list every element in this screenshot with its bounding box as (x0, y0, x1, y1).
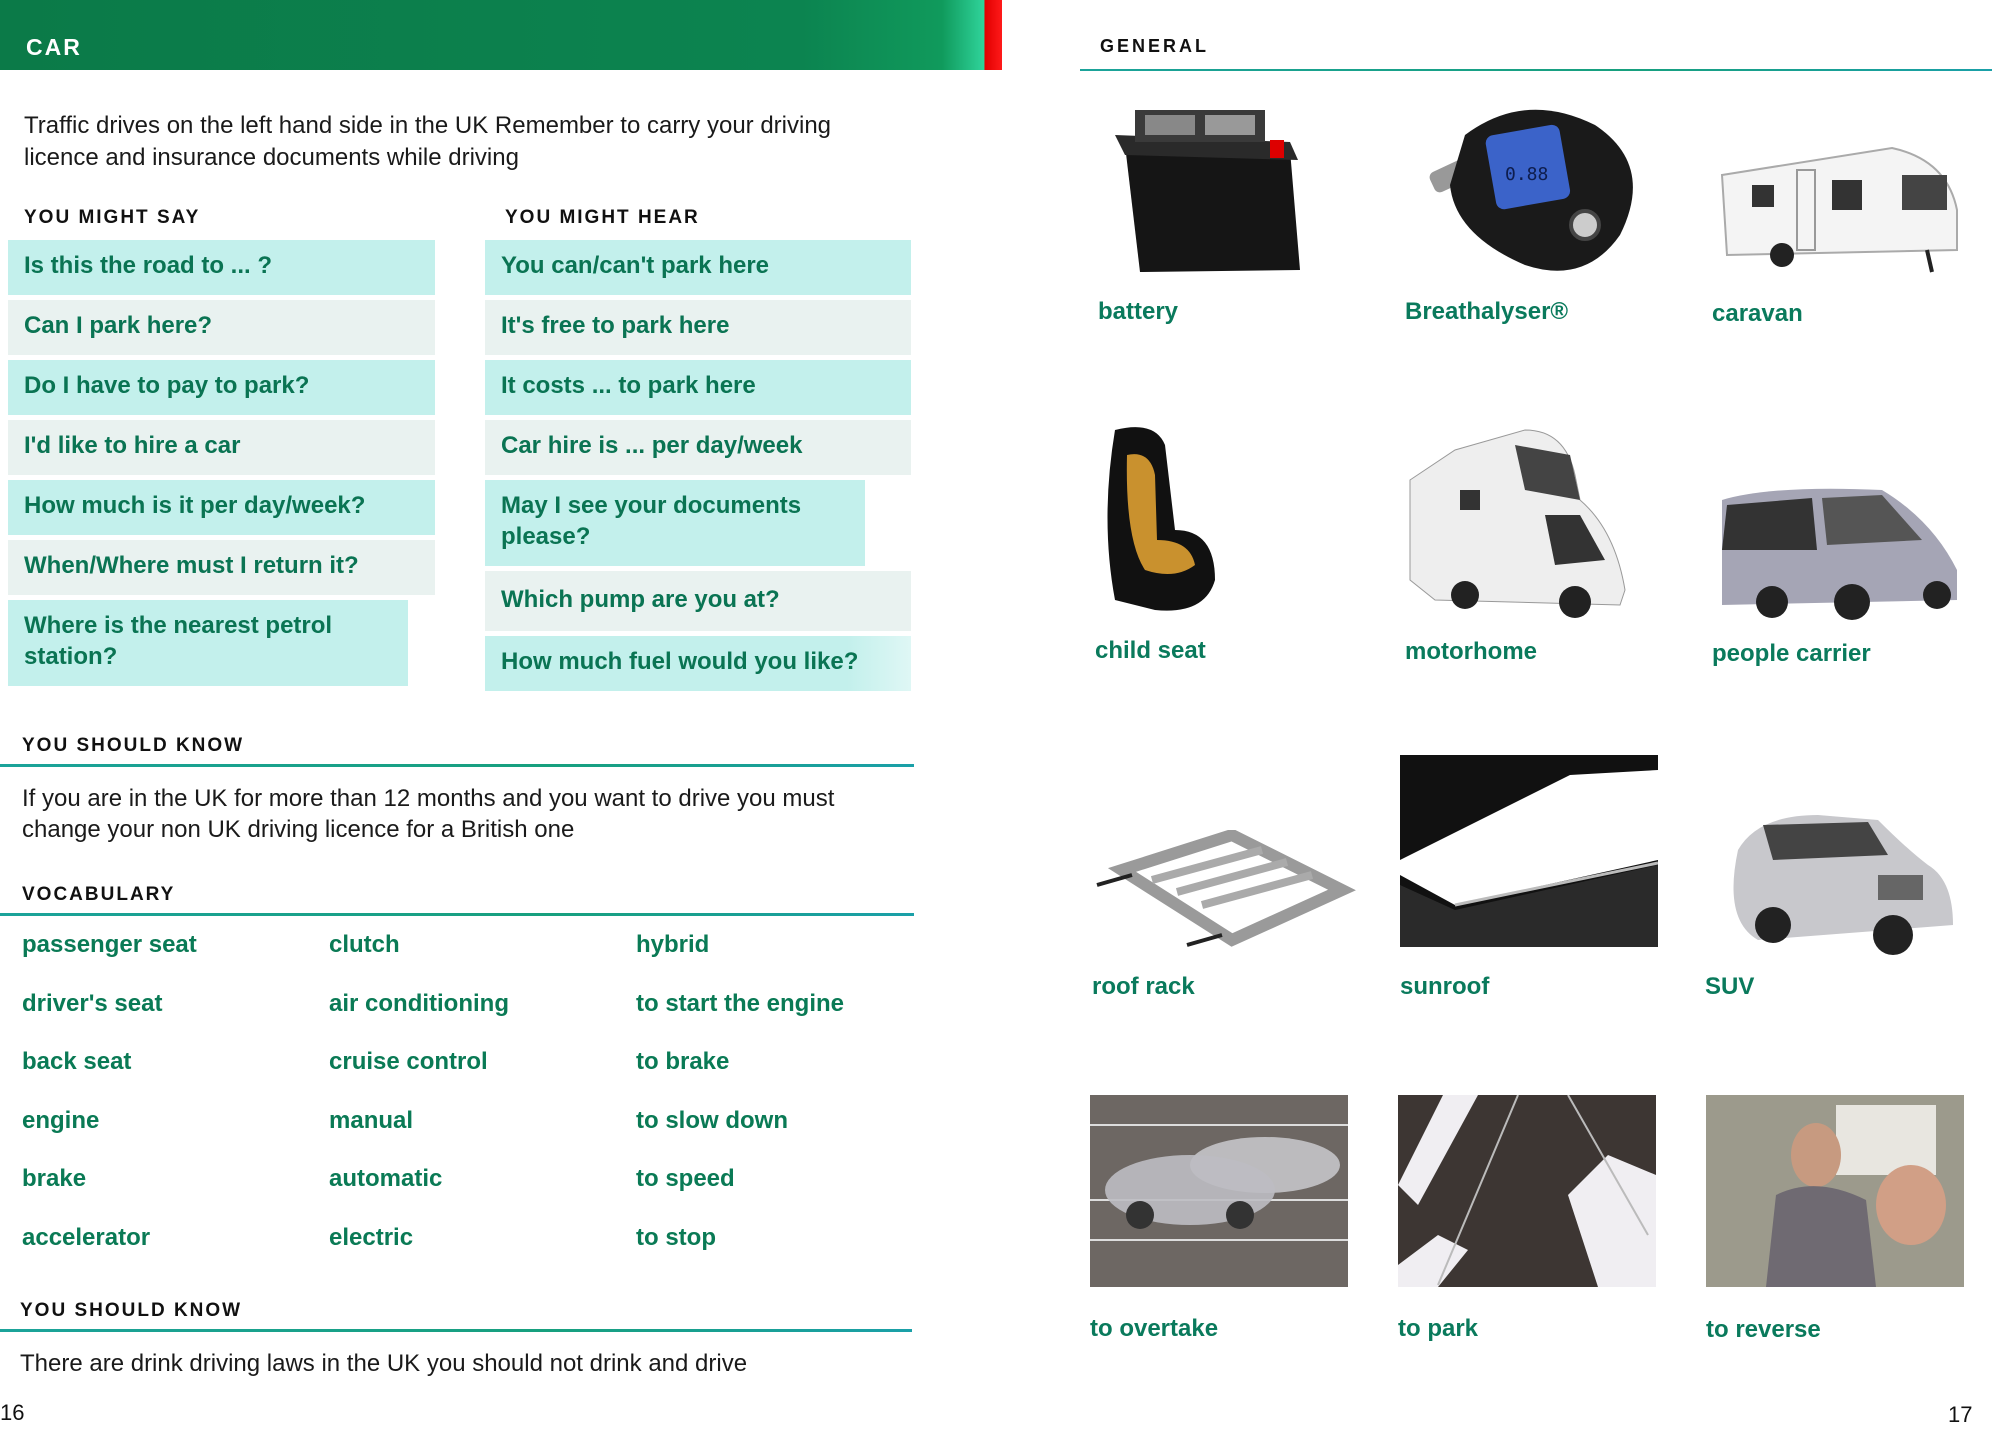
you-should-know-text: There are drink driving laws in the UK y… (20, 1350, 748, 1377)
phrase-item: You can/can't park here (485, 240, 911, 295)
phrase-item: May I see your documents please? (485, 480, 865, 566)
item-label-sunroof: sunroof (1400, 973, 1490, 1000)
item-label-suv: SUV (1705, 973, 1755, 1000)
vocab-item: to speed (636, 1165, 735, 1192)
phrase-item: When/Where must I return it? (8, 540, 435, 595)
phrase-item: Car hire is ... per day/week (485, 420, 911, 475)
child-seat-image (1095, 420, 1225, 620)
roof-rack-image (1092, 830, 1362, 950)
phrase-item: It costs ... to park here (485, 360, 911, 415)
overtake-photo (1090, 1095, 1348, 1287)
vocab-item: hybrid (636, 931, 710, 958)
vocab-item: brake (22, 1165, 87, 1192)
vocab-item: driver's seat (22, 989, 163, 1017)
vocabulary-grid: passenger seat clutch hybrid driver's se… (22, 930, 902, 1281)
vocab-item: automatic (329, 1165, 443, 1192)
breathalyser-image: 0.88 (1405, 95, 1645, 280)
you-might-hear-list: You can/can't park here It's free to par… (485, 240, 911, 696)
vocab-item: engine (22, 1106, 100, 1134)
vocab-item: accelerator (22, 1223, 151, 1251)
phrase-item: Can I park here? (8, 300, 435, 355)
phrase-item: Is this the road to ... ? (8, 240, 435, 295)
page-number-left: 16 (0, 1400, 25, 1425)
section-divider (1080, 69, 1992, 71)
item-label-caravan: caravan (1712, 300, 1803, 327)
reverse-photo (1706, 1095, 1964, 1287)
section-divider (0, 764, 914, 767)
item-label-people-carrier: people carrier (1712, 640, 1871, 667)
phrase-item: Where is the nearest petrol station? (8, 600, 408, 686)
phrase-item: Which pump are you at? (485, 571, 911, 631)
you-might-hear-label: YOU MIGHT HEAR (505, 207, 700, 228)
item-label-overtake: to overtake (1090, 1315, 1219, 1342)
vocab-item: clutch (329, 931, 400, 958)
sunroof-image (1400, 755, 1658, 947)
item-label-reverse: to reverse (1706, 1316, 1821, 1343)
caravan-image (1712, 130, 1962, 280)
intro-text: Traffic drives on the left hand side in … (24, 112, 832, 171)
section-divider (0, 1329, 912, 1332)
phrase-item: Do I have to pay to park? (8, 360, 435, 415)
section-divider (0, 913, 914, 916)
vocab-item: to brake (636, 1048, 730, 1075)
item-label-park: to park (1398, 1315, 1479, 1342)
vocab-item: to start the engine (636, 989, 845, 1017)
suv-image (1718, 810, 1958, 955)
battery-image (1100, 100, 1320, 275)
phrase-item: How much fuel would you like? (485, 636, 911, 691)
item-label-motorhome: motorhome (1405, 638, 1537, 665)
chapter-header-bar (0, 0, 1002, 70)
vocab-item: manual (329, 1106, 414, 1134)
vocab-item: back seat (22, 1048, 132, 1075)
chapter-title: CAR (26, 34, 82, 60)
vocab-item: passenger seat (22, 931, 197, 958)
item-label-battery: battery (1098, 298, 1179, 325)
you-should-know-text: If you are in the UK for more than 12 mo… (22, 785, 835, 843)
vocab-item: to stop (636, 1223, 716, 1251)
park-photo (1398, 1095, 1656, 1287)
item-label-breathalyser: Breathalyser® (1405, 298, 1569, 325)
item-label-roof-rack: roof rack (1092, 973, 1195, 1000)
vocab-item: to slow down (636, 1106, 788, 1134)
vocab-item: cruise control (329, 1048, 488, 1075)
vocabulary-label: VOCABULARY (22, 884, 176, 905)
phrase-item: How much is it per day/week? (8, 480, 435, 535)
item-label-child-seat: child seat (1095, 637, 1206, 664)
motorhome-image (1405, 420, 1635, 620)
people-carrier-image (1712, 480, 1967, 620)
phrase-item: It's free to park here (485, 300, 911, 355)
you-might-say-list: Is this the road to ... ? Can I park her… (8, 240, 435, 691)
breathalyser-display: 0.88 (1505, 164, 1548, 185)
vocab-item: electric (329, 1223, 414, 1251)
vocab-item: air conditioning (329, 989, 509, 1017)
you-should-know-label: YOU SHOULD KNOW (20, 1300, 243, 1321)
page-number-right: 17 (1948, 1402, 1973, 1427)
you-should-know-label: YOU SHOULD KNOW (22, 735, 245, 756)
general-section-label: GENERAL (1100, 36, 1210, 56)
you-might-say-label: YOU MIGHT SAY (24, 207, 201, 228)
phrase-item: I'd like to hire a car (8, 420, 435, 475)
